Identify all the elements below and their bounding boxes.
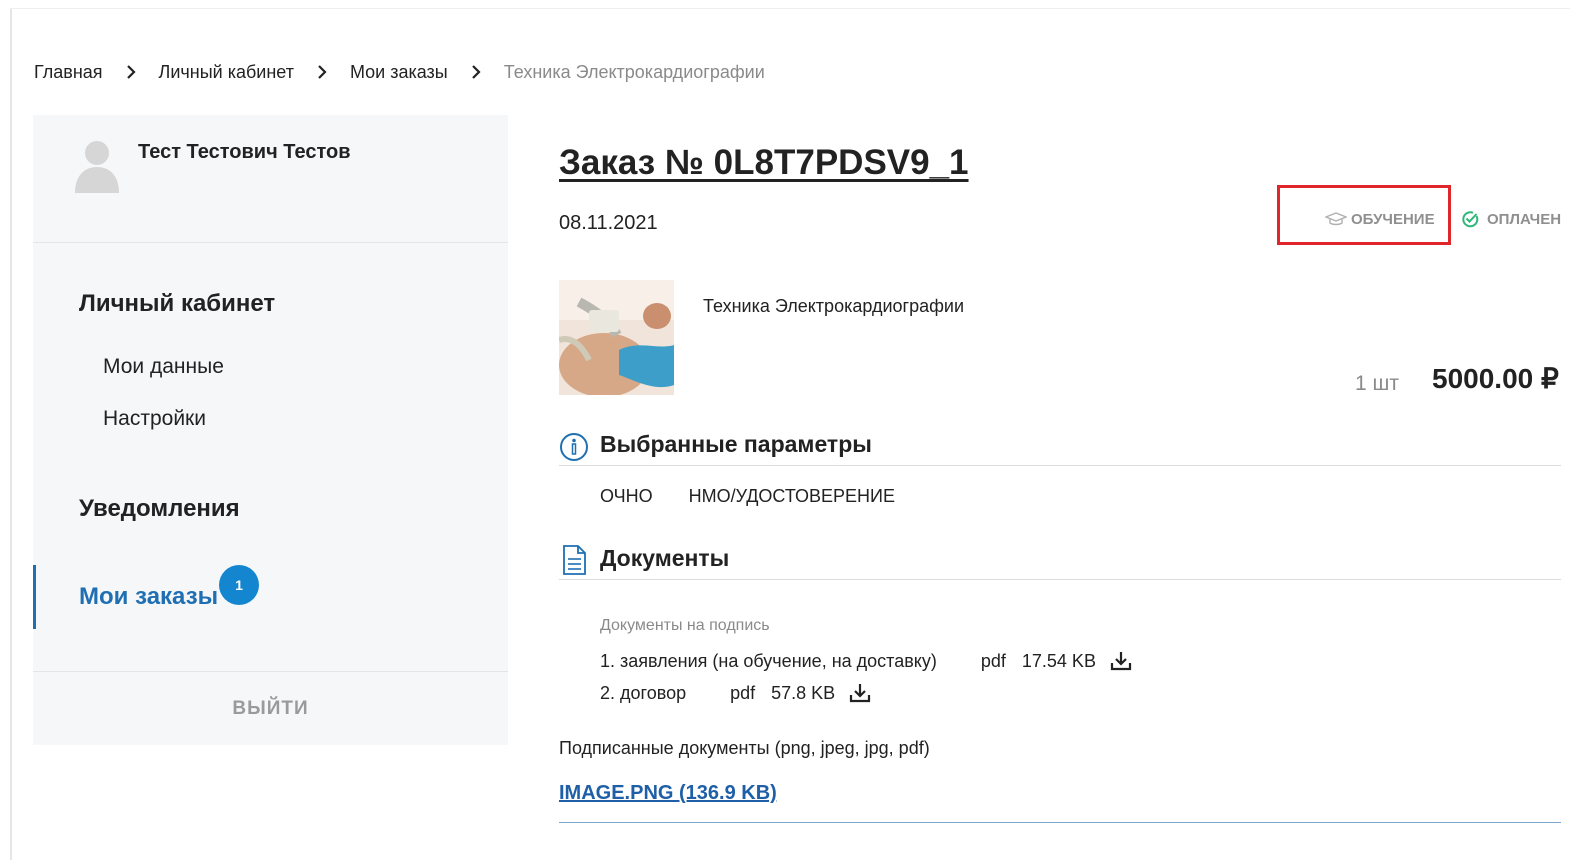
chevron-right-icon (470, 65, 482, 79)
sidebar-item-my-data[interactable]: Мои данные (103, 355, 224, 379)
check-circle-icon (1462, 211, 1479, 228)
order-date: 08.11.2021 (559, 212, 658, 234)
chevron-right-icon (125, 65, 137, 79)
document-icon (559, 544, 589, 576)
graduation-cap-icon (1325, 212, 1347, 226)
status-paid: ОПЛАЧЕН (1461, 208, 1561, 230)
page-frame: Главная Личный кабинет Мои заказы Техник… (0, 0, 1570, 860)
breadcrumb-orders[interactable]: Мои заказы (350, 62, 448, 83)
frame-edge (10, 8, 12, 860)
status-paid-label: ОПЛАЧЕН (1487, 210, 1562, 228)
document-name: 1. заявления (на обучение, на доставку) (600, 650, 937, 671)
params-list: ОЧНО НМО/УДОСТОВЕРЕНИЕ (600, 486, 931, 507)
download-icon[interactable] (1110, 650, 1132, 672)
logout-button[interactable]: ВЫЙТИ (232, 698, 308, 720)
price: 5000.00 ₽ (1432, 363, 1559, 394)
order-title: Заказ № 0L8T7PDSV9_1 (559, 143, 969, 182)
menu-heading-account: Личный кабинет (79, 290, 276, 317)
user-name: Тест Тестович Тестов (138, 141, 351, 163)
document-row: 1. заявления (на обучение, на доставку) … (600, 650, 1132, 672)
product-name: Техника Электрокардиографии (703, 296, 965, 316)
document-size: 17.54 KB (1021, 650, 1096, 671)
breadcrumb-account[interactable]: Личный кабинет (159, 62, 294, 83)
breadcrumb-home[interactable]: Главная (34, 62, 103, 83)
document-size: 57.8 KB (771, 682, 836, 703)
signed-documents-label: Подписанные документы (png, jpeg, jpg, p… (559, 738, 930, 758)
info-icon (559, 430, 589, 462)
sidebar-item-settings[interactable]: Настройки (103, 407, 206, 431)
sidebar: Тест Тестович Тестов Личный кабинет Мои … (33, 115, 508, 745)
document-name: 2. договор (600, 682, 687, 703)
documents-subtitle: Документы на подпись (600, 617, 770, 634)
chevron-right-icon (316, 65, 328, 79)
params-section-header: Выбранные параметры (559, 428, 1561, 466)
status-education-label: ОБУЧЕНИЕ (1351, 210, 1435, 228)
document-ext: pdf (730, 682, 756, 703)
params-title: Выбранные параметры (600, 431, 872, 457)
sidebar-item-notifications[interactable]: Уведомления (79, 495, 240, 523)
document-row: 2. договор pdf 57.8 KB (600, 682, 871, 704)
download-icon[interactable] (849, 682, 871, 704)
logout-section: ВЫЙТИ (33, 671, 508, 745)
signed-file-link[interactable]: IMAGE.PNG (136.9 KB) (559, 782, 777, 805)
param-value: НМО/УДОСТОВЕРЕНИЕ (688, 486, 895, 506)
frame-edge (10, 8, 1570, 9)
product-image (559, 280, 674, 395)
avatar-icon (73, 137, 121, 193)
quantity: 1 шт (1355, 372, 1399, 395)
status-education: ОБУЧЕНИЕ (1325, 208, 1435, 230)
sidebar-item-my-orders[interactable]: Мои заказы 1 (33, 565, 508, 629)
breadcrumb-current: Техника Электрокардиографии (503, 61, 765, 82)
param-value: ОЧНО (600, 486, 653, 506)
active-indicator (33, 565, 36, 629)
user-profile: Тест Тестович Тестов (33, 115, 508, 243)
documents-section-header: Документы (559, 542, 1561, 580)
notification-badge: 1 (219, 565, 259, 605)
document-ext: pdf (980, 650, 1006, 671)
sidebar-item-label: Мои заказы (79, 583, 219, 610)
documents-title: Документы (600, 545, 730, 571)
breadcrumb: Главная Личный кабинет Мои заказы Техник… (34, 60, 765, 84)
divider (559, 822, 1561, 823)
